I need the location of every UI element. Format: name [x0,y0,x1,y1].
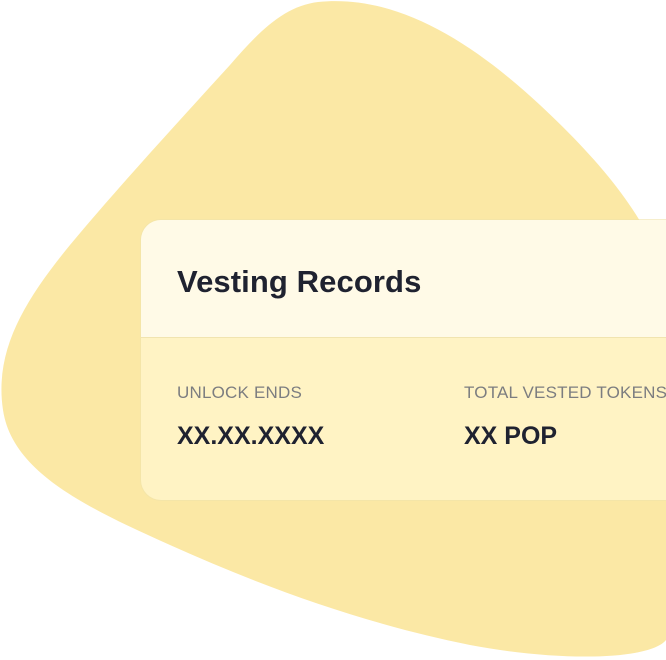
card-body: UNLOCK ENDS XX.XX.XXXX TOTAL VESTED TOKE… [141,338,666,500]
vesting-records-card: Vesting Records UNLOCK ENDS XX.XX.XXXX T… [141,220,666,500]
unlock-ends-field: UNLOCK ENDS XX.XX.XXXX [177,383,324,451]
total-vested-tokens-label: TOTAL VESTED TOKENS [464,383,666,402]
unlock-ends-value: XX.XX.XXXX [177,422,325,450]
card-header: Vesting Records [141,220,666,338]
total-vested-tokens-value: XX POP [464,422,558,450]
card-title: Vesting Records [177,263,422,299]
illustration-stage: Vesting Records UNLOCK ENDS XX.XX.XXXX T… [0,0,666,660]
total-vested-tokens-field: TOTAL VESTED TOKENS XX POP [464,383,666,451]
unlock-ends-label: UNLOCK ENDS [177,383,303,402]
